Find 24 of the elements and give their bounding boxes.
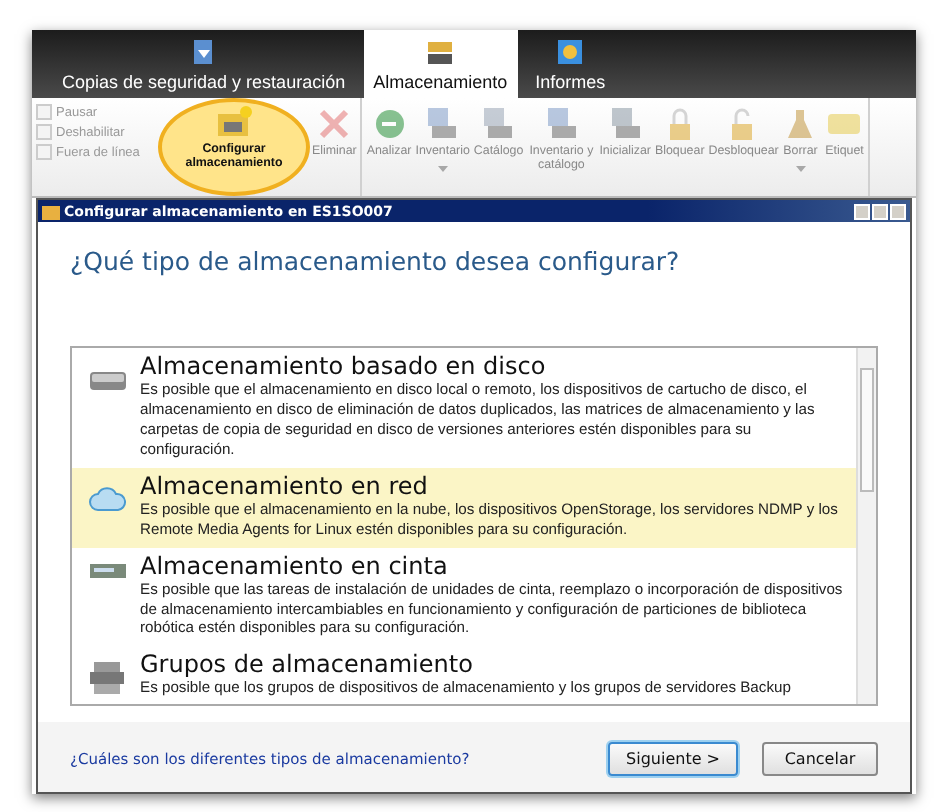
ribbon-tab[interactable]: Informes: [525, 30, 616, 98]
folder-icon: [42, 203, 60, 219]
tape-drive-icon: [88, 561, 128, 580]
ribbon-tab[interactable]: Almacenamiento: [363, 30, 518, 98]
option-title: Almacenamiento en cinta: [140, 553, 450, 580]
scrollbar-thumb[interactable]: [860, 368, 874, 492]
caret-icon: [795, 165, 806, 172]
option-title: Grupos de almacenamiento: [140, 652, 475, 679]
tab-icon: [426, 38, 455, 66]
scrollbar[interactable]: [856, 348, 876, 704]
option-title: Almacenamiento basado en disco: [140, 354, 548, 381]
tab-icon: [189, 38, 218, 66]
maximize-button[interactable]: [872, 203, 888, 219]
ribbon-tab[interactable]: Copias de seguridad y restauración: [52, 30, 356, 98]
dialog-button[interactable]: Cancelar: [762, 742, 878, 776]
stacked-devices-icon: [88, 660, 128, 697]
dialog-heading: ¿Qué tipo de almacenamiento desea configurar?: [70, 246, 682, 280]
close-button[interactable]: [890, 203, 906, 219]
dialog-button[interactable]: Siguiente >: [608, 742, 738, 776]
folder-icon: [214, 104, 254, 140]
option-title: Almacenamiento en red: [140, 473, 430, 500]
minimize-button[interactable]: [854, 203, 870, 219]
tab-icon: [556, 38, 585, 66]
caret-icon: [437, 165, 448, 172]
